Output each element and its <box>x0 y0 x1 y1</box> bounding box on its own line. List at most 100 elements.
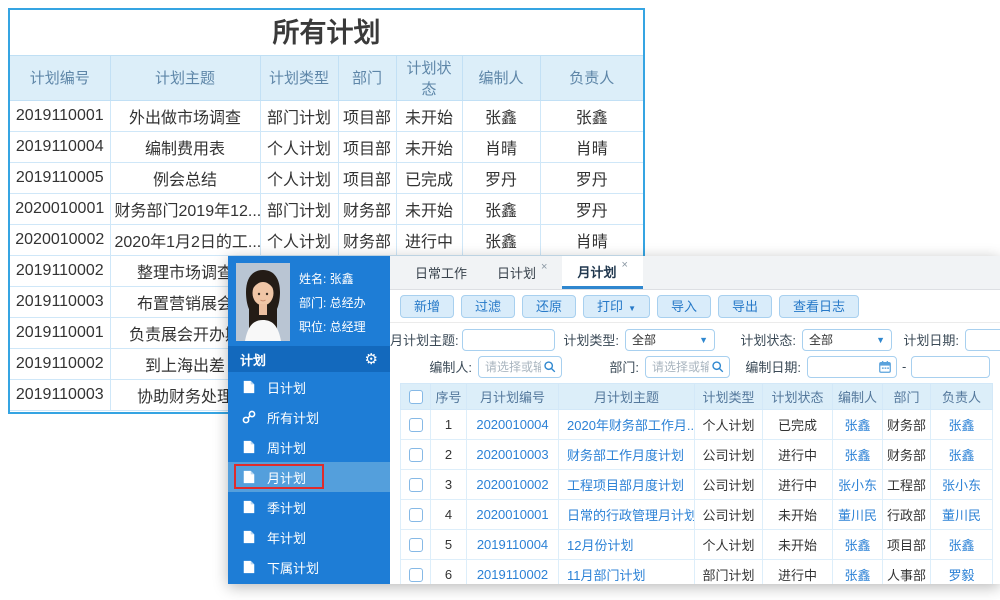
plan-date-label: 计划日期: <box>903 333 959 348</box>
table-cell[interactable]: 11月部门计划 <box>558 559 695 584</box>
row-checkbox[interactable] <box>408 537 423 552</box>
sidebar-item-年计划[interactable]: 年计划 <box>228 522 390 552</box>
table-cell: 行政部 <box>882 499 931 530</box>
plan-status-label: 计划状态: <box>740 333 796 348</box>
table-cell: 3 <box>430 469 467 500</box>
sidebar-item-日计划[interactable]: 日计划 <box>228 372 390 402</box>
table-row[interactable]: 6 2019110002 11月部门计划 部门计划 进行中 张鑫 人事部 罗毅 <box>400 559 993 584</box>
table-cell[interactable]: 董川民 <box>832 499 883 530</box>
row-checkbox[interactable] <box>408 447 423 462</box>
新增-button[interactable]: 新增 <box>400 294 455 318</box>
查看日志-button[interactable]: 查看日志 <box>779 294 860 318</box>
table-cell[interactable]: 2020010002 <box>466 469 559 500</box>
sidebar-item-季计划[interactable]: 季计划 <box>228 492 390 522</box>
table-row[interactable]: 5 2019110004 12月份计划 个人计划 未开始 张鑫 项目部 张鑫 <box>400 529 993 560</box>
还原-button[interactable]: 还原 <box>522 294 577 318</box>
row-checkbox[interactable] <box>408 417 423 432</box>
table-row[interactable]: 2019110005 例会总结 个人计划 项目部 已完成 罗丹 罗丹 <box>10 161 643 194</box>
table-cell: 个人计划 <box>259 223 339 256</box>
table-cell[interactable]: 财务部工作月度计划 <box>558 439 695 470</box>
table-cell[interactable]: 2019110004 <box>466 529 559 560</box>
table-cell: 5 <box>430 529 467 560</box>
creator-label: 编制人: <box>429 360 472 375</box>
plan-type-select[interactable]: 全部 ▼ <box>625 328 715 351</box>
select-value: 全部 <box>632 333 657 347</box>
table-cell: 2019110005 <box>10 161 111 194</box>
sidebar-item-周计划[interactable]: 周计划 <box>228 432 390 462</box>
table-cell[interactable]: 张小东 <box>832 469 883 500</box>
table-row[interactable]: 1 2020010004 2020年财务部工作月... 个人计划 已完成 张鑫 财务部 张鑫 <box>400 409 993 440</box>
plan-date-input[interactable] <box>965 328 1000 351</box>
table-cell[interactable]: 张鑫 <box>930 439 993 470</box>
table-row[interactable]: 4 2020010001 日常的行政管理月计划 公司计划 未开始 董川民 行政部 董川民 <box>400 499 993 530</box>
table-row[interactable]: 2020010001 财务部门2019年12... 部门计划 财务部 未开始 张鑫 罗丹 <box>10 192 643 225</box>
table-cell[interactable]: 张鑫 <box>832 439 883 470</box>
create-date-end-input[interactable] <box>911 355 991 378</box>
close-icon[interactable]: × <box>541 261 547 273</box>
column-header: 编制人 <box>461 56 541 101</box>
table-cell: 6 <box>430 559 467 584</box>
button-label: 新增 <box>414 298 441 314</box>
table-cell[interactable]: 罗毅 <box>930 559 993 584</box>
calendar-icon[interactable] <box>878 360 892 374</box>
table-cell: 项目部 <box>337 130 397 163</box>
table-cell[interactable]: 张鑫 <box>930 529 993 560</box>
profile-dept: 部门: 总经办 <box>299 296 366 310</box>
table-cell: 未开始 <box>762 499 833 530</box>
chevron-down-icon: ▼ <box>876 334 885 345</box>
table-cell: 张鑫 <box>461 192 541 225</box>
table-cell: 进行中 <box>762 439 833 470</box>
row-checkbox[interactable] <box>408 567 423 582</box>
table-cell[interactable]: 工程项目部月度计划 <box>558 469 695 500</box>
column-header: 计划类型 <box>259 56 339 101</box>
table-cell: 项目部 <box>337 99 397 132</box>
chevron-down-icon: ▼ <box>628 303 636 313</box>
table-cell[interactable]: 2020年财务部工作月... <box>558 409 695 440</box>
tab-bar: 日常工作 日计划 × 月计划 × <box>390 256 1000 290</box>
monthly-topic-input[interactable] <box>462 328 555 351</box>
table-cell[interactable]: 张鑫 <box>832 409 883 440</box>
table-cell[interactable]: 2020010003 <box>466 439 559 470</box>
打印-button[interactable]: 打印 ▼ <box>583 294 650 318</box>
table-cell[interactable]: 2020010004 <box>466 409 559 440</box>
table-cell[interactable]: 张鑫 <box>832 529 883 560</box>
table-cell[interactable]: 张鑫 <box>930 409 993 440</box>
column-header: 月计划主题 <box>558 383 695 410</box>
sidebar-item-月计划[interactable]: 月计划 <box>228 462 390 492</box>
table-cell[interactable]: 2019110002 <box>466 559 559 584</box>
tab-日常工作[interactable]: 日常工作 <box>400 256 482 289</box>
plan-status-select[interactable]: 全部 ▼ <box>802 328 892 351</box>
chevron-down-icon: ▼ <box>699 334 708 345</box>
sidebar-item-label: 季计划 <box>267 500 307 516</box>
search-icon[interactable] <box>543 360 557 374</box>
table-row[interactable]: 2 2020010003 财务部工作月度计划 公司计划 进行中 张鑫 财务部 张鑫 <box>400 439 993 470</box>
table-cell[interactable]: 张鑫 <box>832 559 883 584</box>
table-cell[interactable]: 张小东 <box>930 469 993 500</box>
过滤-button[interactable]: 过滤 <box>461 294 516 318</box>
sidebar-item-下属计划[interactable]: 下属计划 <box>228 552 390 582</box>
row-checkbox[interactable] <box>408 507 423 522</box>
table-row[interactable]: 2020010002 2020年1月2日的工... 个人计划 财务部 进行中 张鑫 肖晴 <box>10 223 643 256</box>
tab-日计划[interactable]: 日计划 × <box>482 256 562 289</box>
导出-button[interactable]: 导出 <box>718 294 773 318</box>
table-cell[interactable]: 12月份计划 <box>558 529 695 560</box>
table-cell: 张鑫 <box>461 99 541 132</box>
table-row[interactable]: 3 2020010002 工程项目部月度计划 公司计划 进行中 张小东 工程部 张小东 <box>400 469 993 500</box>
row-checkbox[interactable] <box>408 477 423 492</box>
tab-月计划[interactable]: 月计划 × <box>562 256 643 289</box>
select-all-checkbox[interactable] <box>408 389 423 404</box>
table-cell[interactable]: 董川民 <box>930 499 993 530</box>
导入-button[interactable]: 导入 <box>656 294 711 318</box>
table-row[interactable]: 2019110001 外出做市场调查 部门计划 项目部 未开始 张鑫 张鑫 <box>10 99 643 132</box>
close-icon[interactable]: × <box>621 259 627 271</box>
table-cell[interactable]: 2020010001 <box>466 499 559 530</box>
table-cell[interactable]: 日常的行政管理月计划 <box>558 499 695 530</box>
gear-icon[interactable]: ⚙ <box>365 350 378 368</box>
sidebar-item-所有计划[interactable]: 所有计划 <box>228 402 390 432</box>
table-cell: 进行中 <box>762 559 833 584</box>
table-row[interactable]: 2019110004 编制费用表 个人计划 项目部 未开始 肖晴 肖晴 <box>10 130 643 163</box>
column-header: 部门 <box>882 383 931 410</box>
monthly-plans-table: 序号 月计划编号 月计划主题 计划类型 计划状态 编制人 部门 负责人 1 2020010004… <box>400 383 993 584</box>
search-icon[interactable] <box>711 360 725 374</box>
table-cell: 个人计划 <box>694 409 763 440</box>
